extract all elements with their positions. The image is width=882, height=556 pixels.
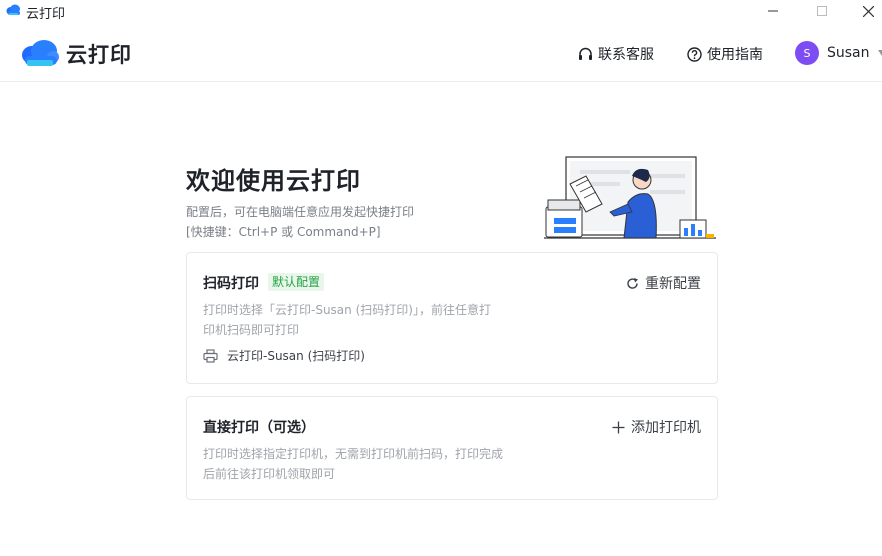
scan-printer-name: 云打印-Susan (扫码打印)	[227, 349, 365, 363]
avatar: S	[795, 41, 819, 65]
user-guide-link[interactable]: 使用指南	[687, 44, 763, 64]
user-name: Susan	[827, 45, 870, 61]
contact-support-link[interactable]: 联系客服	[578, 44, 654, 64]
welcome-title: 欢迎使用云打印	[186, 167, 361, 195]
close-button[interactable]	[845, 0, 882, 22]
reconfigure-label: 重新配置	[645, 276, 701, 292]
brand-name: 云打印	[66, 43, 132, 67]
maximize-icon	[817, 6, 827, 16]
headset-icon	[579, 47, 592, 60]
caret-down-icon	[877, 50, 882, 56]
direct-print-card: 直接打印（可选） 添加打印机 打印时选择指定打印机，无需到打印机前扫码，打印完成…	[186, 396, 718, 500]
app-logo-icon	[6, 4, 20, 15]
scan-print-card: 扫码打印 默认配置 重新配置 打印时选择「云打印-Susan (扫码打印)」，前…	[186, 252, 718, 384]
app-header: 云打印 联系客服 使用指南 S Susan	[0, 22, 882, 82]
window-titlebar: 云打印	[0, 0, 882, 22]
welcome-subtitle: 配置后，可在电脑端任意应用发起快捷打印	[186, 205, 415, 219]
help-circle-icon	[687, 46, 702, 62]
scan-print-title: 扫码打印	[203, 276, 259, 292]
maximize-button[interactable]	[799, 0, 845, 22]
reconfigure-button[interactable]: 重新配置	[626, 273, 701, 293]
direct-print-title: 直接打印（可选）	[203, 420, 315, 436]
shortcut-hint: [快捷键：Ctrl+P 或 Command+P]	[186, 225, 381, 239]
minimize-button[interactable]	[750, 0, 796, 22]
brand-logo-icon	[22, 40, 59, 66]
scan-print-desc-line2: 印机扫码即可打印	[203, 323, 300, 337]
printing-illustration	[544, 156, 716, 239]
printer-icon	[203, 348, 218, 363]
close-icon	[862, 5, 874, 17]
default-config-badge: 默认配置	[268, 273, 325, 291]
scan-printer-item: 云打印-Susan (扫码打印)	[203, 347, 365, 364]
user-menu[interactable]: S Susan	[795, 41, 882, 65]
window-title: 云打印	[26, 7, 66, 22]
plus-icon	[612, 421, 625, 433]
user-guide-label: 使用指南	[707, 47, 763, 63]
add-printer-label: 添加打印机	[631, 420, 701, 436]
scan-print-desc-line1: 打印时选择「云打印-Susan (扫码打印)」，前往任意打	[203, 303, 491, 317]
direct-print-desc-line2: 后前往该打印机领取即可	[203, 467, 336, 481]
minimize-icon	[768, 10, 778, 12]
refresh-icon	[627, 277, 638, 289]
add-printer-button[interactable]: 添加打印机	[612, 417, 701, 437]
direct-print-desc-line1: 打印时选择指定打印机，无需到打印机前扫码，打印完成	[203, 447, 504, 461]
contact-support-label: 联系客服	[598, 47, 654, 63]
